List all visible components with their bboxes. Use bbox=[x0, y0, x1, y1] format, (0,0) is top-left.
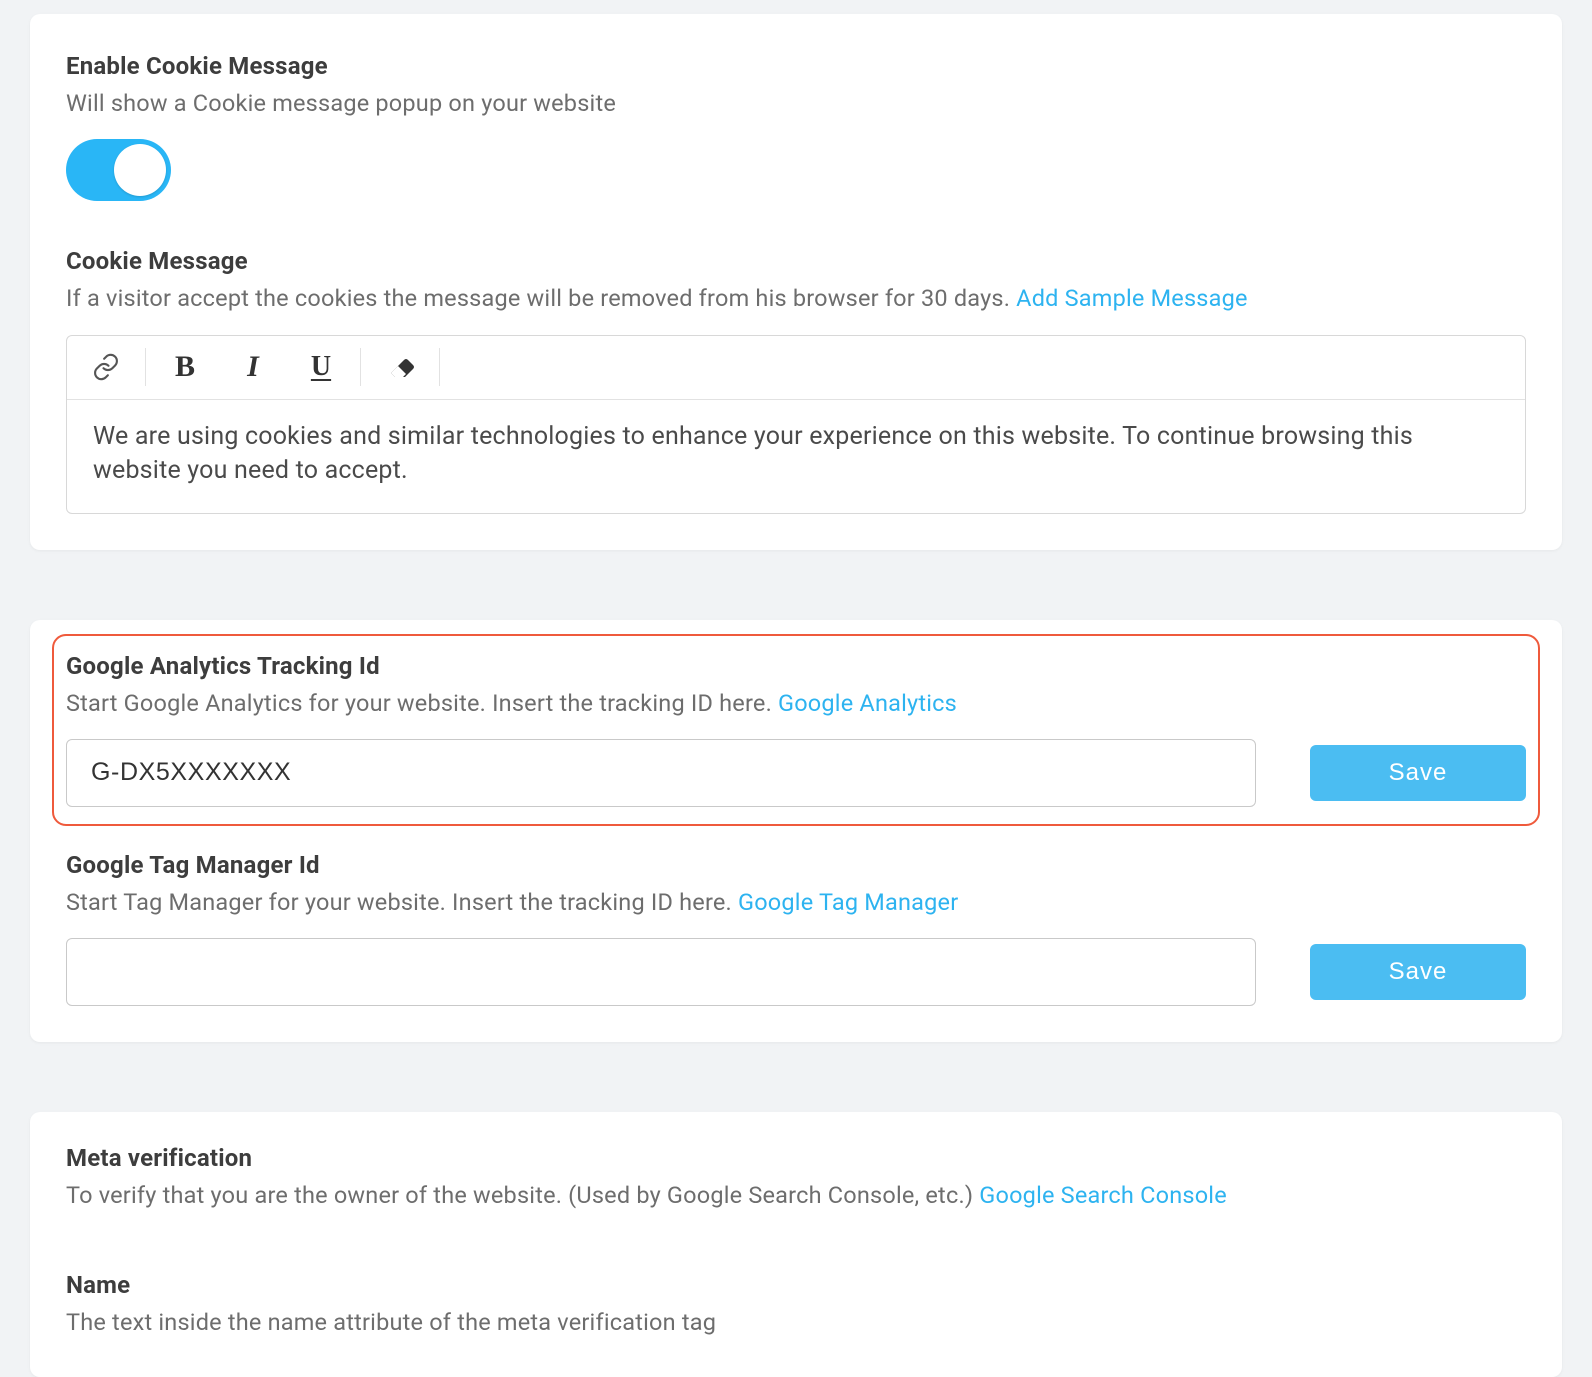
cookie-message-editor: B I U We are using cookies an bbox=[66, 335, 1526, 514]
meta-verification-card: Meta verification To verify that you are… bbox=[30, 1112, 1562, 1377]
google-tag-manager-link[interactable]: Google Tag Manager bbox=[738, 888, 958, 916]
editor-toolbar: B I U bbox=[67, 336, 1525, 400]
gtm-save-button[interactable]: Save bbox=[1310, 944, 1526, 1000]
eraser-icon[interactable] bbox=[383, 350, 417, 384]
google-search-console-link[interactable]: Google Search Console bbox=[979, 1181, 1227, 1209]
analytics-card: Google Analytics Tracking Id Start Googl… bbox=[30, 620, 1562, 1043]
cookie-settings-card: Enable Cookie Message Will show a Cookie… bbox=[30, 14, 1562, 550]
bold-icon[interactable]: B bbox=[168, 350, 202, 384]
gtm-desc: Start Tag Manager for your website. Inse… bbox=[66, 885, 1526, 920]
link-icon[interactable] bbox=[89, 350, 123, 384]
cookie-message-desc: If a visitor accept the cookies the mess… bbox=[66, 281, 1526, 316]
meta-name-title: Name bbox=[66, 1271, 1526, 1299]
google-analytics-link[interactable]: Google Analytics bbox=[778, 689, 957, 717]
ga-save-button[interactable]: Save bbox=[1310, 745, 1526, 801]
enable-cookie-title: Enable Cookie Message bbox=[66, 52, 1526, 80]
meta-verification-desc: To verify that you are the owner of the … bbox=[66, 1178, 1526, 1213]
add-sample-message-link[interactable]: Add Sample Message bbox=[1016, 284, 1248, 312]
meta-verification-title: Meta verification bbox=[66, 1144, 1526, 1172]
enable-cookie-desc: Will show a Cookie message popup on your… bbox=[66, 86, 1526, 121]
meta-name-desc: The text inside the name attribute of th… bbox=[66, 1305, 1526, 1340]
underline-icon[interactable]: U bbox=[304, 350, 338, 384]
italic-icon[interactable]: I bbox=[236, 350, 270, 384]
ga-title: Google Analytics Tracking Id bbox=[66, 652, 1526, 680]
ga-tracking-id-input[interactable] bbox=[66, 739, 1256, 807]
cookie-message-desc-text: If a visitor accept the cookies the mess… bbox=[66, 284, 1016, 312]
meta-verification-desc-text: To verify that you are the owner of the … bbox=[66, 1181, 979, 1209]
gtm-id-input[interactable] bbox=[66, 938, 1256, 1006]
cookie-message-textarea[interactable]: We are using cookies and similar technol… bbox=[67, 400, 1525, 513]
toggle-knob bbox=[114, 144, 166, 196]
gtm-title: Google Tag Manager Id bbox=[66, 851, 1526, 879]
gtm-desc-text: Start Tag Manager for your website. Inse… bbox=[66, 888, 738, 916]
enable-cookie-toggle[interactable] bbox=[66, 139, 171, 201]
ga-desc-text: Start Google Analytics for your website.… bbox=[66, 689, 778, 717]
ga-desc: Start Google Analytics for your website.… bbox=[66, 686, 1526, 721]
toolbar-separator bbox=[439, 348, 440, 386]
cookie-message-title: Cookie Message bbox=[66, 247, 1526, 275]
